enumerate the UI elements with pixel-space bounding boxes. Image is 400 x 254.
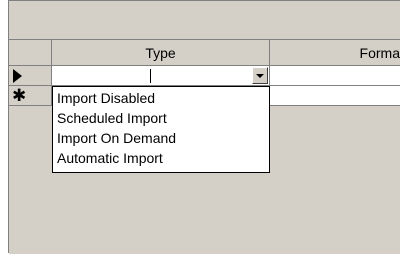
chevron-down-icon: [256, 74, 264, 78]
row-selector-current[interactable]: [9, 66, 52, 86]
column-header-type[interactable]: Type: [52, 40, 270, 66]
datasheet-grid: Type Forma ✱ Import Disabled Scheduled I…: [9, 40, 400, 254]
dropdown-option-automatic-import[interactable]: Automatic Import: [53, 148, 269, 168]
select-all-corner[interactable]: [9, 40, 52, 66]
form-header-strip: [9, 1, 400, 40]
form-window: Type Forma ✱ Import Disabled Scheduled I…: [8, 0, 400, 254]
format-cell[interactable]: [270, 66, 400, 86]
type-combo-cell[interactable]: [52, 66, 270, 86]
text-caret: [150, 69, 151, 83]
dropdown-option-import-on-demand[interactable]: Import On Demand: [53, 128, 269, 148]
format-cell-new[interactable]: [270, 86, 400, 106]
column-header-format[interactable]: Forma: [270, 40, 400, 66]
dropdown-option-import-disabled[interactable]: Import Disabled: [53, 88, 269, 108]
type-dropdown-list[interactable]: Import Disabled Scheduled Import Import …: [52, 86, 270, 173]
dropdown-button[interactable]: [252, 67, 268, 84]
new-record-icon: ✱: [12, 86, 27, 106]
column-header-label: Forma: [359, 44, 400, 61]
column-header-label: Type: [145, 44, 176, 61]
dropdown-option-scheduled-import[interactable]: Scheduled Import: [53, 108, 269, 128]
row-selector-new[interactable]: ✱: [9, 86, 52, 106]
current-record-icon: [13, 69, 22, 83]
